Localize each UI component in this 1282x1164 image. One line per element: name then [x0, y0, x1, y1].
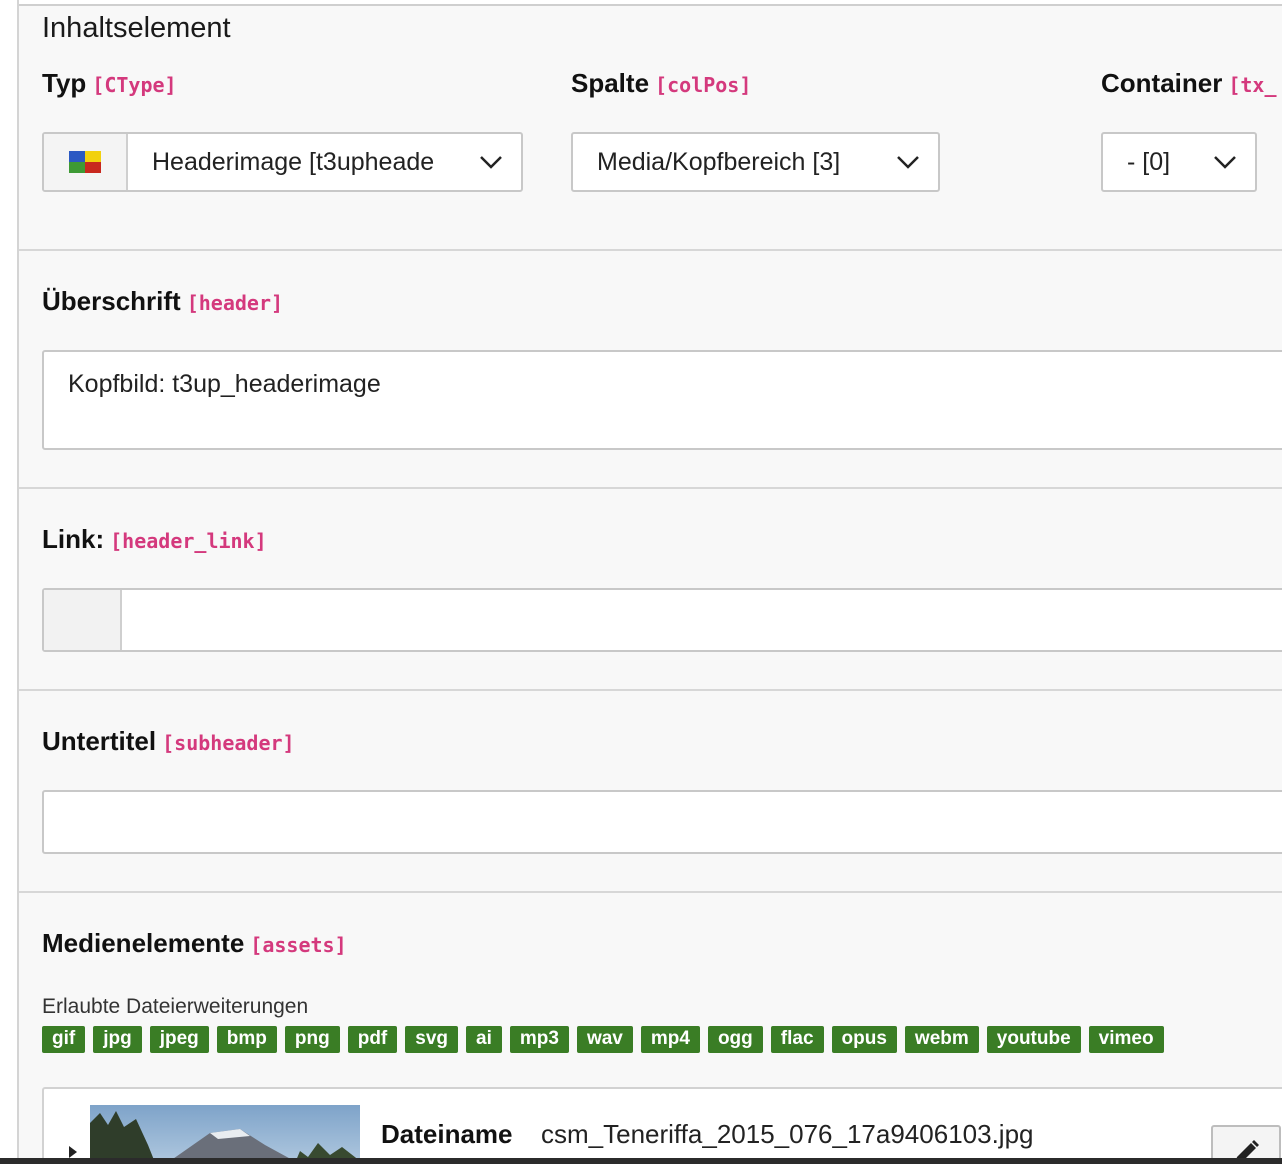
subheader-code: [subheader]: [162, 731, 295, 755]
extension-tag: mp3: [509, 1026, 569, 1053]
file-name-value: csm_Teneriffa_2015_076_17a9406103.jpg: [541, 1119, 1034, 1149]
header-link-input[interactable]: [42, 588, 1282, 652]
chevron-down-icon: [878, 134, 938, 190]
extension-tag: ogg: [707, 1026, 763, 1053]
extension-tag: mp4: [640, 1026, 700, 1053]
extension-tag: png: [284, 1026, 340, 1053]
assets-label-text: Medienelemente: [42, 928, 245, 958]
assets-label: Medienelemente [assets]: [42, 928, 347, 959]
extension-tag: flac: [770, 1026, 824, 1053]
extension-tag: ai: [466, 1026, 502, 1053]
container-label-text: Container: [1101, 68, 1223, 98]
header-label-text: Überschrift: [42, 286, 181, 316]
header-input[interactable]: Kopfbild: t3up_headerimage: [42, 350, 1282, 450]
allowed-extensions-label: Erlaubte Dateierweiterungen: [42, 995, 309, 1018]
divider: [19, 891, 1282, 893]
container-label: Container [tx_: [1101, 68, 1277, 99]
spalte-select[interactable]: Media/Kopfbereich [3]: [571, 132, 940, 192]
subheader-label: Untertitel [subheader]: [42, 726, 295, 757]
container-select[interactable]: - [0]: [1101, 132, 1257, 192]
typ-label-text: Typ: [42, 68, 87, 98]
extension-tag: jpg: [93, 1026, 142, 1053]
extension-tag: wav: [576, 1026, 633, 1053]
typ-select[interactable]: Headerimage [t3upheade: [42, 132, 523, 192]
extension-tag: bmp: [216, 1026, 277, 1053]
container-code: [tx_: [1228, 73, 1277, 97]
extension-tag: svg: [405, 1026, 459, 1053]
extension-tag: pdf: [347, 1026, 398, 1053]
chevron-down-icon: [461, 134, 521, 190]
file-reference-card: Dateiname csm_Teneriffa_2015_076_17a9406…: [42, 1087, 1282, 1164]
extension-tag: youtube: [986, 1026, 1081, 1053]
file-thumbnail[interactable]: [90, 1105, 360, 1164]
spalte-label: Spalte [colPos]: [571, 68, 751, 99]
header-link-label-text: Link:: [42, 524, 105, 554]
spalte-label-text: Spalte: [571, 68, 650, 98]
spalte-code: [colPos]: [655, 73, 752, 97]
typ-code: [CType]: [92, 73, 177, 97]
header-value: Kopfbild: t3up_headerimage: [68, 370, 381, 398]
typ-label: Typ [CType]: [42, 68, 177, 99]
subheader-input[interactable]: [42, 790, 1282, 854]
extension-tag: webm: [904, 1026, 979, 1053]
divider: [19, 249, 1282, 251]
container-value: - [0]: [1127, 147, 1171, 176]
header-label: Überschrift [header]: [42, 286, 283, 317]
header-link-code: [header_link]: [110, 529, 267, 553]
typ-value: Headerimage [t3upheade: [152, 147, 435, 176]
extension-tag: jpeg: [149, 1026, 209, 1053]
chevron-down-icon: [1195, 134, 1255, 190]
bottom-bar: [0, 1158, 1282, 1164]
section-title: Inhaltselement: [42, 12, 231, 44]
divider: [19, 487, 1282, 489]
content-element-panel: Inhaltselement Typ [CType] Headerimage [t…: [19, 6, 1282, 1164]
subheader-label-text: Untertitel: [42, 726, 157, 756]
extension-tag: gif: [42, 1026, 86, 1053]
divider: [19, 689, 1282, 691]
assets-code: [assets]: [250, 933, 347, 957]
extension-tag: opus: [831, 1026, 897, 1053]
spalte-value: Media/Kopfbereich [3]: [597, 147, 841, 176]
link-browser-button[interactable]: [44, 590, 122, 650]
left-gutter: [0, 0, 19, 1164]
content-type-icon: [44, 134, 128, 190]
header-code: [header]: [186, 291, 284, 315]
extension-tags: gif jpg jpeg bmp png pdf svg ai mp3 wav …: [42, 1026, 1164, 1053]
file-name-label: Dateiname: [381, 1119, 513, 1149]
header-link-label: Link: [header_link]: [42, 524, 267, 555]
extension-tag: vimeo: [1088, 1026, 1164, 1053]
